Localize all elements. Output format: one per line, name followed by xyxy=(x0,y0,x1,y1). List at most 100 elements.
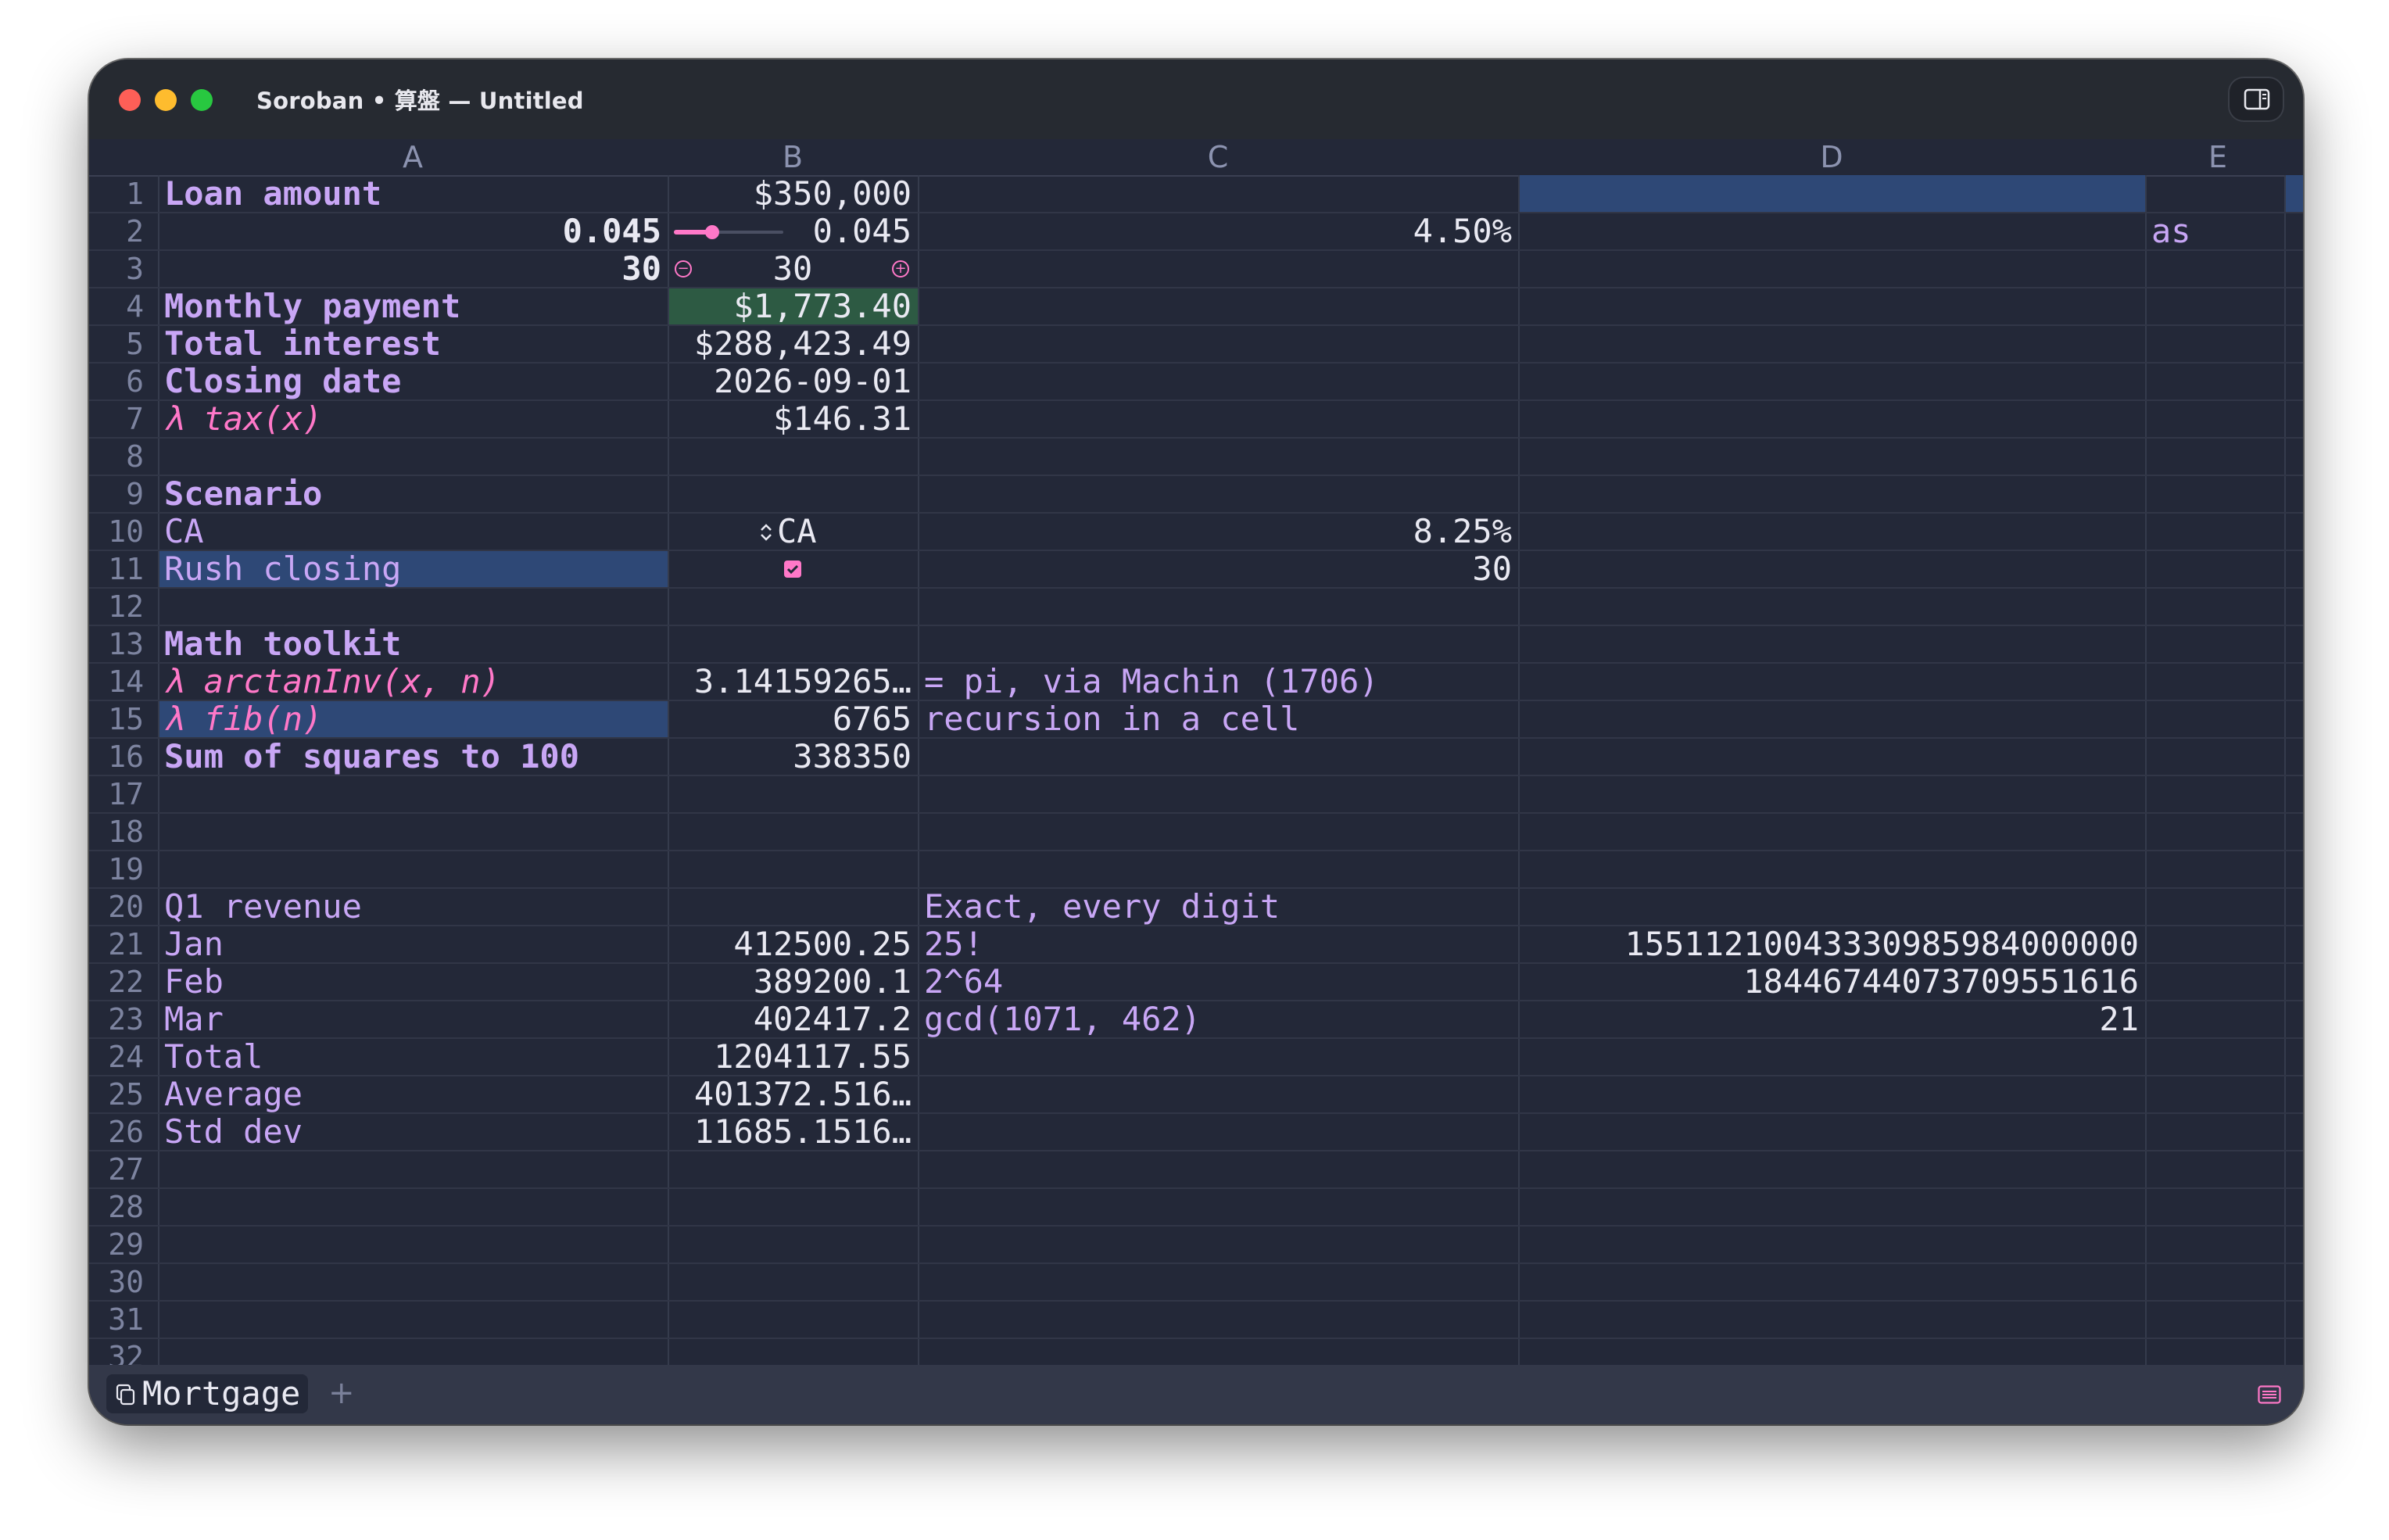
row-header-13[interactable]: 13 xyxy=(89,625,144,663)
cell-e2[interactable]: as xyxy=(2145,213,2284,250)
rush-closing-checkbox[interactable] xyxy=(784,560,801,578)
row-header-1[interactable]: 1 xyxy=(89,175,144,213)
cell-a21[interactable]: Jan xyxy=(158,926,668,963)
cell-b6[interactable]: 2026-09-01 xyxy=(668,363,918,400)
spreadsheet-grid[interactable]: A B C D E 1 2 3 4 5 6 7 8 9 10 11 12 13 … xyxy=(89,139,2303,1365)
cell-b16[interactable]: 338350 xyxy=(668,738,918,775)
cell-b23[interactable]: 402417.2 xyxy=(668,1001,918,1038)
console-log-icon[interactable] xyxy=(2258,1385,2281,1404)
cell-b22[interactable]: 389200.1 xyxy=(668,963,918,1001)
row-header-24[interactable]: 24 xyxy=(89,1038,144,1076)
cell-a15[interactable]: λ fib(n) xyxy=(158,700,668,738)
row-header-14[interactable]: 14 xyxy=(89,663,144,700)
grid-line xyxy=(89,1338,2303,1339)
row-header-4[interactable]: 4 xyxy=(89,288,144,325)
row-header-18[interactable]: 18 xyxy=(89,813,144,851)
row-header-30[interactable]: 30 xyxy=(89,1263,144,1301)
row-header-31[interactable]: 31 xyxy=(89,1301,144,1338)
cell-c15[interactable]: recursion in a cell xyxy=(918,700,1518,738)
row-header-17[interactable]: 17 xyxy=(89,775,144,813)
cell-b25[interactable]: 401372.516… xyxy=(668,1076,918,1113)
cell-b26[interactable]: 11685.1516… xyxy=(668,1113,918,1151)
column-header-b[interactable]: B xyxy=(668,139,918,175)
row-header-15[interactable]: 15 xyxy=(89,700,144,738)
cell-a4[interactable]: Monthly payment xyxy=(158,288,668,325)
cell-a20[interactable]: Q1 revenue xyxy=(158,888,668,926)
row-header-12[interactable]: 12 xyxy=(89,588,144,625)
column-header-c[interactable]: C xyxy=(918,139,1518,175)
cell-c10[interactable]: 8.25% xyxy=(918,513,1518,550)
cell-a23[interactable]: Mar xyxy=(158,1001,668,1038)
row-header-19[interactable]: 19 xyxy=(89,851,144,888)
stepper-decrement-button[interactable]: − xyxy=(675,260,692,278)
cell-b21[interactable]: 412500.25 xyxy=(668,926,918,963)
row-header-3[interactable]: 3 xyxy=(89,250,144,288)
cell-a24[interactable]: Total xyxy=(158,1038,668,1076)
cell-b4[interactable]: $1,773.40 xyxy=(668,288,918,325)
add-sheet-button[interactable]: + xyxy=(328,1376,355,1410)
row-header-26[interactable]: 26 xyxy=(89,1113,144,1151)
row-header-23[interactable]: 23 xyxy=(89,1001,144,1038)
cell-c20[interactable]: Exact, every digit xyxy=(918,888,1518,926)
cell-a26[interactable]: Std dev xyxy=(158,1113,668,1151)
row-header-16[interactable]: 16 xyxy=(89,738,144,775)
cell-c14[interactable]: = pi, via Machin (1706) xyxy=(918,663,1518,700)
cell-a2[interactable]: 0.045 xyxy=(158,213,668,250)
cell-a14[interactable]: λ arctanInv(x, n) xyxy=(158,663,668,700)
column-header-e[interactable]: E xyxy=(2145,139,2291,175)
row-header-10[interactable]: 10 xyxy=(89,513,144,550)
cell-c22[interactable]: 2^64 xyxy=(918,963,1518,1001)
row-header-32[interactable]: 32 xyxy=(89,1338,144,1365)
cell-c23[interactable]: gcd(1071, 462) xyxy=(918,1001,1518,1038)
cell-b3[interactable]: 30 xyxy=(699,250,886,288)
row-header-8[interactable]: 8 xyxy=(89,438,144,475)
row-header-21[interactable]: 21 xyxy=(89,926,144,963)
cell-b14[interactable]: 3.14159265… xyxy=(668,663,918,700)
cell-a16[interactable]: Sum of squares to 100 xyxy=(158,738,668,775)
cell-b15[interactable]: 6765 xyxy=(668,700,918,738)
row-header-20[interactable]: 20 xyxy=(89,888,144,926)
cell-c2[interactable]: 4.50% xyxy=(918,213,1518,250)
row-header-27[interactable]: 27 xyxy=(89,1151,144,1188)
minimize-window-button[interactable] xyxy=(155,89,177,111)
cell-d22[interactable]: 18446744073709551616 xyxy=(1518,963,2145,1001)
row-header-25[interactable]: 25 xyxy=(89,1076,144,1113)
cell-a22[interactable]: Feb xyxy=(158,963,668,1001)
cell-d23[interactable]: 21 xyxy=(1518,1001,2145,1038)
row-header-5[interactable]: 5 xyxy=(89,325,144,363)
row-header-9[interactable]: 9 xyxy=(89,475,144,513)
column-header-a[interactable]: A xyxy=(158,139,668,175)
cell-b1[interactable]: $350,000 xyxy=(668,175,918,213)
column-header-d[interactable]: D xyxy=(1518,139,2145,175)
cell-c11[interactable]: 30 xyxy=(918,550,1518,588)
cell-a1[interactable]: Loan amount xyxy=(158,175,668,213)
cell-a6[interactable]: Closing date xyxy=(158,363,668,400)
cell-a3[interactable]: 30 xyxy=(158,250,668,288)
cell-a9[interactable]: Scenario xyxy=(158,475,668,513)
close-window-button[interactable] xyxy=(119,89,141,111)
sidebar-toggle-button[interactable] xyxy=(2228,77,2284,122)
cell-a5[interactable]: Total interest xyxy=(158,325,668,363)
stepper-increment-button[interactable]: + xyxy=(892,260,909,278)
row-header-28[interactable]: 28 xyxy=(89,1188,144,1226)
cell-a11[interactable]: Rush closing xyxy=(158,550,668,588)
row-header-11[interactable]: 11 xyxy=(89,550,144,588)
row-header-6[interactable]: 6 xyxy=(89,363,144,400)
row-header-2[interactable]: 2 xyxy=(89,213,144,250)
cell-b24[interactable]: 1204117.55 xyxy=(668,1038,918,1076)
row-header-22[interactable]: 22 xyxy=(89,963,144,1001)
cell-a13[interactable]: Math toolkit xyxy=(158,625,668,663)
zoom-window-button[interactable] xyxy=(191,89,213,111)
cell-a7[interactable]: λ tax(x) xyxy=(158,400,668,438)
row-header-29[interactable]: 29 xyxy=(89,1226,144,1263)
cell-a10[interactable]: CA xyxy=(158,513,668,550)
cell-d21[interactable]: 15511210043330985984000000 xyxy=(1518,926,2145,963)
cell-b10-select[interactable]: CA xyxy=(771,513,918,550)
rate-slider-thumb[interactable] xyxy=(705,225,719,239)
sheet-tab-mortgage[interactable]: Mortgage xyxy=(106,1374,309,1413)
cell-a25[interactable]: Average xyxy=(158,1076,668,1113)
cell-c21[interactable]: 25! xyxy=(918,926,1518,963)
cell-b7[interactable]: $146.31 xyxy=(668,400,918,438)
row-header-7[interactable]: 7 xyxy=(89,400,144,438)
cell-b5[interactable]: $288,423.49 xyxy=(668,325,918,363)
